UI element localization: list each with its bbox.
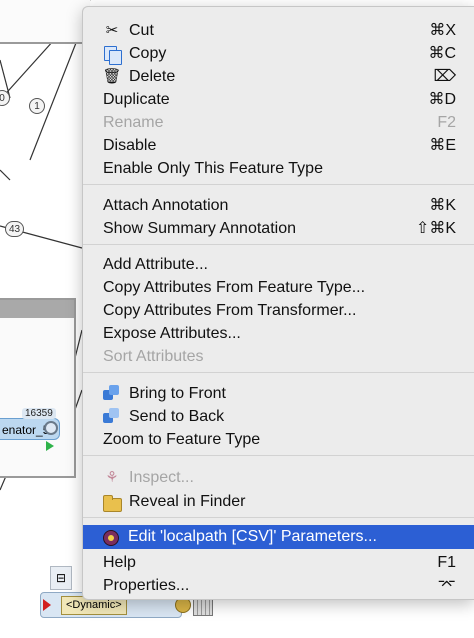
- menu-item-copy-attributes-transformer[interactable]: Copy Attributes From Transformer...: [84, 300, 474, 322]
- menu-item-shortcut: ⌘D: [428, 91, 456, 108]
- count-badge: 43: [5, 221, 25, 237]
- menu-item-label: Copy Attributes From Feature Type...: [103, 279, 366, 296]
- menu-item-shortcut: ⌦: [433, 68, 456, 85]
- menu-item-rename: Rename F2: [84, 112, 474, 134]
- menu-item-label: Rename: [103, 114, 164, 131]
- menu-item-shortcut: ⌤: [437, 577, 456, 594]
- menu-item-expose-attributes[interactable]: Expose Attributes...: [84, 323, 474, 345]
- menu-item-delete[interactable]: 🗑 Delete ⌦: [84, 66, 474, 88]
- menu-item-cut[interactable]: ✂ Cut ⌘X: [84, 20, 474, 42]
- copy-icon: [103, 45, 122, 65]
- menu-item-shortcut: ⌘E: [429, 137, 456, 154]
- menu-item-add-attribute[interactable]: Add Attribute...: [84, 254, 474, 276]
- feature-type-panel[interactable]: [0, 298, 76, 478]
- context-menu: ✂ Cut ⌘X Copy ⌘C 🗑 Delete ⌦ Duplicate ⌘D…: [82, 6, 474, 600]
- scissors-icon: ✂: [105, 22, 119, 39]
- menu-item-copy[interactable]: Copy ⌘C: [84, 43, 474, 65]
- menu-item-duplicate[interactable]: Duplicate ⌘D: [84, 89, 474, 111]
- menu-item-label: Copy: [129, 45, 167, 62]
- menu-item-edit-parameters[interactable]: Edit 'localpath [CSV]' Parameters...: [83, 525, 474, 549]
- menu-item-enable-only[interactable]: Enable Only This Feature Type: [84, 158, 474, 180]
- menu-item-label: Edit 'localpath [CSV]' Parameters...: [128, 528, 377, 545]
- menu-item-sort-attributes: Sort Attributes: [84, 346, 474, 368]
- menu-item-shortcut: ⌘K: [429, 197, 456, 214]
- menu-item-label: Bring to Front: [129, 385, 226, 402]
- menu-item-bring-to-front[interactable]: Bring to Front: [84, 383, 474, 405]
- menu-item-shortcut: F1: [437, 554, 456, 571]
- menu-item-label: Zoom to Feature Type: [103, 431, 261, 448]
- feature-type-panel-header[interactable]: [0, 300, 74, 318]
- menu-item-label: Reveal in Finder: [129, 493, 246, 510]
- menu-item-disable[interactable]: Disable ⌘E: [84, 135, 474, 157]
- menu-item-label: Attach Annotation: [103, 197, 229, 214]
- folder-icon: [103, 493, 122, 512]
- menu-separator: [83, 517, 474, 518]
- menu-item-shortcut: F2: [437, 114, 456, 131]
- menu-item-label: Enable Only This Feature Type: [103, 160, 323, 177]
- menu-item-label: Duplicate: [103, 91, 170, 108]
- output-port-icon[interactable]: [46, 441, 54, 451]
- feature-count-label: 16359: [22, 408, 56, 419]
- bring-to-front-icon: [103, 385, 121, 403]
- feature-type-panel-top[interactable]: [0, 0, 90, 44]
- menu-item-inspect: ⚘ Inspect...: [84, 467, 474, 489]
- input-port-icon[interactable]: [43, 599, 51, 611]
- inspect-icon: ⚘: [105, 469, 119, 486]
- menu-item-label: Delete: [129, 68, 176, 85]
- menu-separator: [83, 244, 474, 245]
- menu-item-attach-annotation[interactable]: Attach Annotation ⌘K: [84, 195, 474, 217]
- menu-item-label: Disable: [103, 137, 157, 154]
- menu-separator: [83, 184, 474, 185]
- menu-item-shortcut: ⇧⌘K: [415, 220, 456, 237]
- menu-separator: [83, 372, 474, 373]
- menu-item-label: Expose Attributes...: [103, 325, 241, 342]
- menu-item-label: Add Attribute...: [103, 256, 208, 273]
- menu-separator: [83, 455, 474, 456]
- menu-item-label: Sort Attributes: [103, 348, 204, 365]
- gear-icon[interactable]: [44, 421, 58, 435]
- bookmark-icon[interactable]: ⊟: [50, 566, 72, 590]
- edit-parameters-icon: [102, 528, 120, 546]
- menu-item-show-summary-annotation[interactable]: Show Summary Annotation ⇧⌘K: [84, 218, 474, 240]
- send-to-back-icon: [103, 408, 121, 426]
- menu-item-send-to-back[interactable]: Send to Back: [84, 406, 474, 428]
- menu-item-copy-attributes-feature-type[interactable]: Copy Attributes From Feature Type...: [84, 277, 474, 299]
- menu-item-label: Copy Attributes From Transformer...: [103, 302, 357, 319]
- menu-item-label: Properties...: [103, 577, 190, 594]
- menu-item-help[interactable]: Help F1: [84, 552, 474, 574]
- menu-item-reveal-in-finder[interactable]: Reveal in Finder: [84, 491, 474, 513]
- menu-item-shortcut: ⌘C: [428, 45, 456, 62]
- menu-item-properties[interactable]: Properties... ⌤: [84, 575, 474, 597]
- menu-item-label: Inspect...: [129, 469, 194, 486]
- menu-item-label: Cut: [129, 22, 154, 39]
- menu-item-shortcut: ⌘X: [429, 22, 456, 39]
- trash-icon: 🗑: [102, 68, 122, 85]
- menu-item-zoom-to-feature-type[interactable]: Zoom to Feature Type: [84, 429, 474, 451]
- menu-item-label: Send to Back: [129, 408, 225, 425]
- menu-item-label: Show Summary Annotation: [103, 220, 296, 237]
- count-badge: 1: [29, 98, 45, 114]
- menu-item-label: Help: [103, 554, 136, 571]
